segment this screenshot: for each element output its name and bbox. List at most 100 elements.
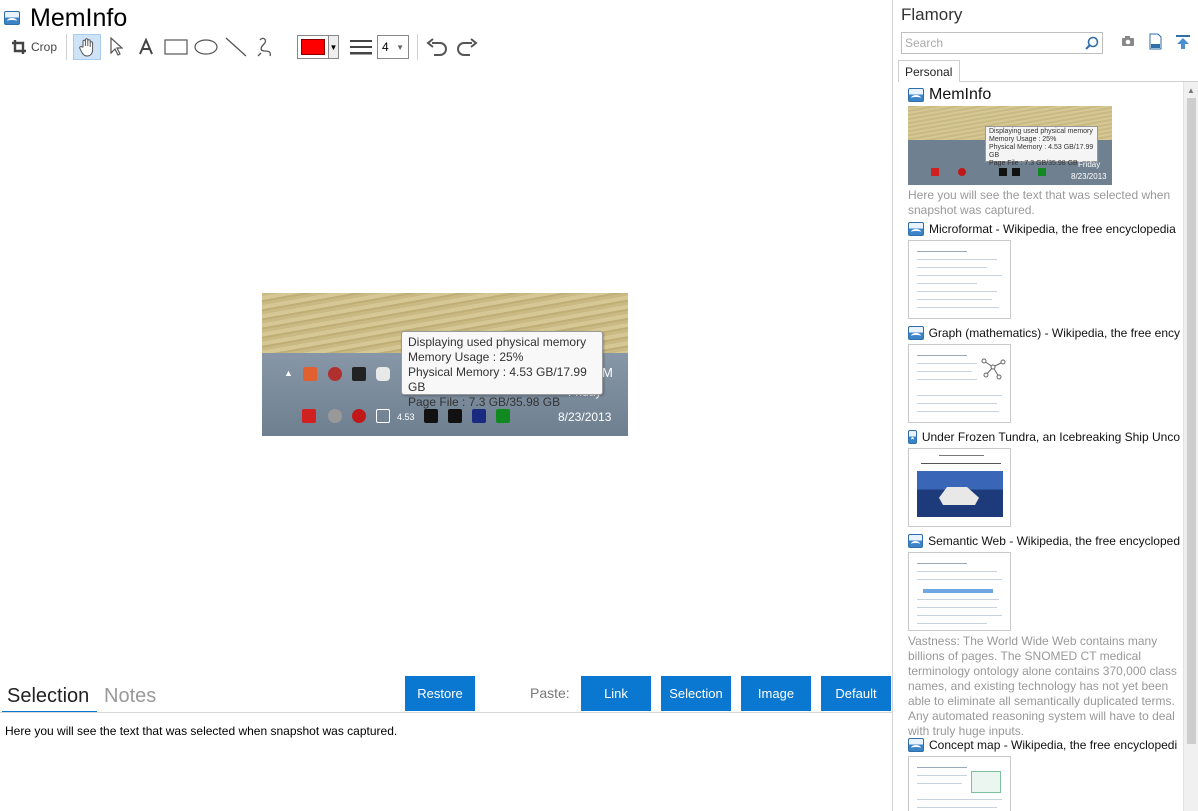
chevron-down-icon[interactable]: ▼ (328, 36, 338, 58)
snapshot-thumbnail[interactable] (908, 552, 1011, 631)
list-item-description: Vastness: The World Wide Web contains ma… (908, 634, 1177, 738)
thumbnail-tooltip: Displaying used physical memory Memory U… (985, 126, 1098, 167)
paste-image-button[interactable]: Image (741, 676, 811, 711)
paste-selection-button[interactable]: Selection (661, 676, 731, 711)
line-width-value: 4 (382, 40, 389, 54)
search-box (901, 32, 1103, 54)
line-tool-button[interactable] (221, 34, 251, 60)
list-item-title: Graph (mathematics) - Wikipedia, the fre… (928, 326, 1180, 340)
tooltip-line: Memory Usage : 25% (408, 350, 524, 364)
page-icon (908, 738, 924, 752)
page-icon (4, 11, 20, 25)
search-icon[interactable] (1085, 36, 1099, 50)
restore-button[interactable]: Restore (405, 676, 475, 711)
app-tray-icon (448, 409, 462, 423)
page-title: MemInfo (30, 4, 128, 32)
ellipse-tool-button[interactable] (191, 34, 221, 60)
paste-label: Paste: (530, 685, 570, 701)
thumbnail-day: Friday (1078, 160, 1101, 169)
network-icon (328, 367, 342, 381)
crop-icon (11, 40, 26, 54)
ship-shape (939, 487, 979, 505)
app-tray-icon (931, 168, 939, 176)
snapshot-thumbnail[interactable] (908, 240, 1011, 319)
page-icon (908, 222, 924, 236)
line-width-select[interactable]: 4 ▼ (377, 35, 409, 59)
collapse-top-icon[interactable] (1175, 34, 1191, 50)
app-tray-icon (376, 409, 390, 423)
tray-memory-value: 4.53 (397, 412, 415, 422)
list-item[interactable]: Graph (mathematics) - Wikipedia, the fre… (908, 325, 1180, 423)
app-tray-icon (302, 409, 316, 423)
list-item-header: Under Frozen Tundra, an Icebreaking Ship… (908, 429, 1180, 445)
tab-personal[interactable]: Personal (898, 60, 960, 82)
redo-icon (457, 38, 478, 56)
paste-link-button[interactable]: Link (581, 676, 651, 711)
tooltip-line: Physical Memory : 4.53 GB/17.99 GB (408, 365, 587, 394)
rectangle-icon (164, 39, 188, 55)
list-item[interactable]: Microformat - Wikipedia, the free encycl… (908, 221, 1180, 319)
page-icon (908, 430, 917, 444)
hand-tool-button[interactable] (73, 34, 101, 60)
pointer-tool-button[interactable] (101, 34, 131, 60)
line-width-picker: 4 ▼ (349, 35, 409, 59)
list-item-header: Concept map - Wikipedia, the free encycl… (908, 737, 1180, 753)
tray-clock-time: M (602, 365, 613, 380)
list-item-header: Microformat - Wikipedia, the free encycl… (908, 221, 1180, 237)
line-width-icon (350, 40, 372, 55)
tray-expand-icon: ▲ (284, 368, 293, 378)
list-item[interactable]: Semantic Web - Wikipedia, the free encyc… (908, 533, 1180, 739)
app-tray-icon (496, 409, 510, 423)
thumbnail-highlight (923, 589, 993, 593)
ellipse-icon (194, 39, 218, 55)
snapshot-thumbnail[interactable] (908, 448, 1011, 527)
app-tray-icon (328, 409, 342, 423)
page-icon (908, 534, 924, 548)
scrollbar-thumb[interactable] (1187, 98, 1196, 744)
camera-icon[interactable] (1121, 35, 1135, 47)
app-tray-icon (472, 409, 486, 423)
rectangle-tool-button[interactable] (161, 34, 191, 60)
list-item[interactable]: Concept map - Wikipedia, the free encycl… (908, 737, 1180, 811)
speaker-icon (303, 367, 317, 381)
tab-selection[interactable]: Selection (7, 685, 89, 708)
thumbnail-tooltip-line: Memory Usage : 25% (989, 136, 1057, 143)
ship-photo (917, 471, 1003, 517)
redo-button[interactable] (452, 34, 482, 60)
shield-icon (376, 367, 390, 381)
list-item[interactable]: Under Frozen Tundra, an Icebreaking Ship… (908, 429, 1180, 527)
list-item-header: MemInfo (908, 87, 1180, 103)
tooltip-line: Page File : 7.3 GB/35.98 GB (408, 395, 561, 409)
document-icon[interactable] (1149, 33, 1162, 50)
thumbnail-tooltip-line: Physical Memory : 4.53 GB/17.99 GB (989, 144, 1094, 159)
list-item-header: Graph (mathematics) - Wikipedia, the fre… (908, 325, 1180, 341)
color-picker[interactable]: ▼ (297, 35, 339, 59)
snapshot-thumbnail[interactable] (908, 344, 1011, 423)
list-item-header: Semantic Web - Wikipedia, the free encyc… (908, 533, 1180, 549)
snapshot-list: MemInfo Displaying used physical memory … (894, 85, 1182, 811)
thumbnail-tooltip-line: Displaying used physical memory (989, 128, 1093, 135)
chevron-up-icon[interactable]: ▲ (1187, 86, 1195, 95)
app-tray-icon (958, 168, 966, 176)
app-tray-icon (352, 367, 366, 381)
snapshot-thumbnail[interactable]: Displaying used physical memory Memory U… (908, 106, 1112, 185)
chevron-down-icon: ▼ (396, 42, 404, 52)
paste-default-button[interactable]: Default (821, 676, 891, 711)
freehand-tool-button[interactable] (251, 34, 281, 60)
page-icon (908, 326, 924, 340)
undo-button[interactable] (422, 34, 452, 60)
text-tool-button[interactable] (131, 34, 161, 60)
list-item-title: Microformat - Wikipedia, the free encycl… (929, 222, 1176, 236)
drawing-toolbar: Crop ▼ 4 ▼ (6, 33, 482, 61)
tab-border (960, 81, 1198, 82)
crop-button[interactable]: Crop (6, 34, 62, 60)
list-item-title: Concept map - Wikipedia, the free encycl… (929, 738, 1178, 752)
app-tray-icon (352, 409, 366, 423)
color-swatch (301, 39, 325, 55)
tab-notes[interactable]: Notes (104, 685, 156, 708)
search-input[interactable] (902, 33, 1082, 53)
memory-tooltip: Displaying used physical memory Memory U… (401, 331, 603, 409)
scrollbar[interactable]: ▲ (1183, 82, 1198, 811)
list-item[interactable]: MemInfo Displaying used physical memory … (908, 87, 1180, 218)
snapshot-thumbnail[interactable] (908, 756, 1011, 811)
